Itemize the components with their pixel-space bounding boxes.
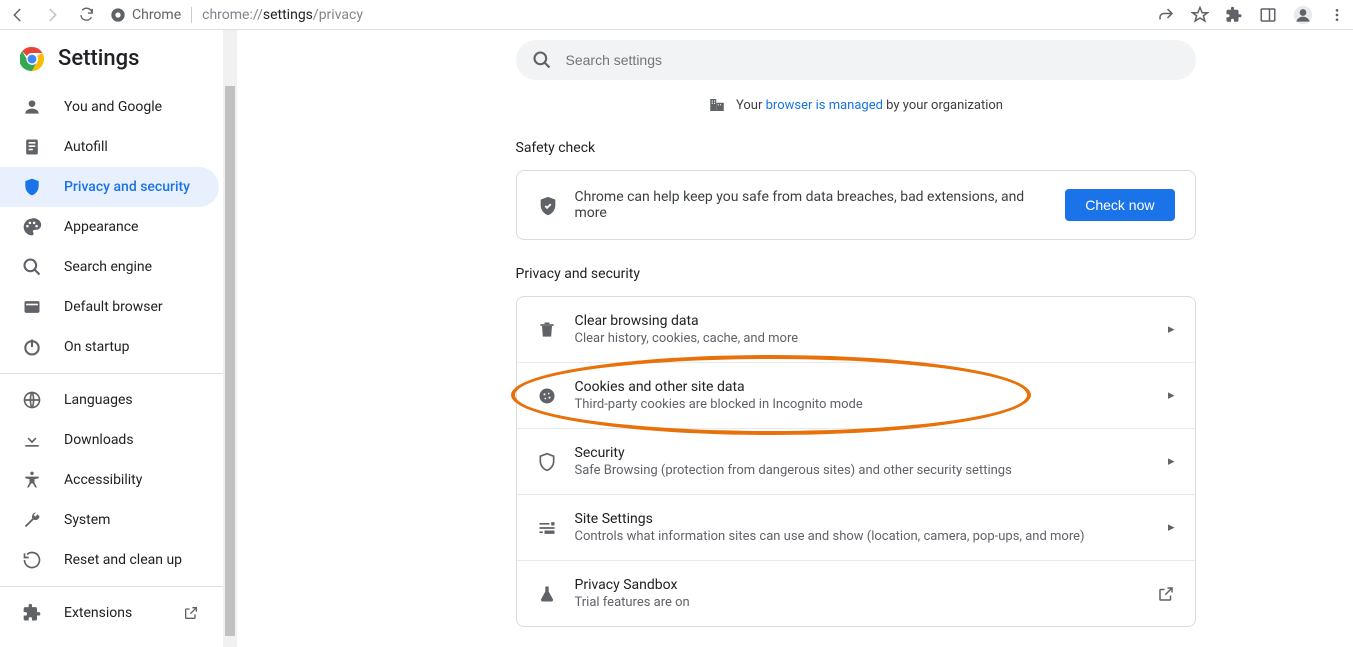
profile-icon[interactable] bbox=[1293, 5, 1313, 25]
sidebar-item-autofill[interactable]: Autofill bbox=[0, 127, 219, 167]
sidebar-item-search-engine[interactable]: Search engine bbox=[0, 247, 219, 287]
row-security[interactable]: Security Safe Browsing (protection from … bbox=[517, 428, 1195, 494]
flask-icon bbox=[537, 584, 557, 604]
sidebar-item-extensions[interactable]: Extensions bbox=[0, 593, 219, 633]
sidebar-item-reset[interactable]: Reset and clean up bbox=[0, 540, 219, 580]
row-subtitle: Controls what information sites can use … bbox=[575, 529, 1150, 544]
chevron-right-icon: ▸ bbox=[1168, 322, 1175, 337]
palette-icon bbox=[22, 217, 42, 237]
sidebar-item-appearance[interactable]: Appearance bbox=[0, 207, 219, 247]
sidebar-item-label: Extensions bbox=[64, 605, 132, 621]
reload-button[interactable] bbox=[76, 5, 96, 25]
accessibility-icon bbox=[22, 470, 42, 490]
row-clear-browsing-data[interactable]: Clear browsing data Clear history, cooki… bbox=[517, 297, 1195, 362]
row-title: Site Settings bbox=[575, 511, 1150, 527]
sidebar-item-label: Downloads bbox=[64, 432, 134, 448]
sidebar-item-default-browser[interactable]: Default browser bbox=[0, 287, 219, 327]
menu-icon[interactable] bbox=[1329, 7, 1345, 23]
section-heading: Safety check bbox=[516, 140, 1196, 156]
restore-icon bbox=[22, 550, 42, 570]
sidebar-item-label: System bbox=[64, 512, 110, 528]
main-content: Your browser is managed by your organiza… bbox=[238, 30, 1353, 647]
row-subtitle: Trial features are on bbox=[575, 595, 1139, 610]
site-label: Chrome bbox=[132, 7, 181, 23]
sidebar-item-label: Search engine bbox=[64, 259, 152, 275]
sidebar-item-label: Privacy and security bbox=[64, 179, 190, 195]
sidebar-item-you-and-google[interactable]: You and Google bbox=[0, 87, 219, 127]
puzzle-icon bbox=[22, 603, 42, 623]
search-input[interactable] bbox=[566, 52, 1180, 68]
row-title: Clear browsing data bbox=[575, 313, 1150, 329]
sidebar-item-languages[interactable]: Languages bbox=[0, 380, 219, 420]
row-subtitle: Clear history, cookies, cache, and more bbox=[575, 331, 1150, 346]
shield-outline-icon bbox=[537, 452, 557, 472]
row-cookies[interactable]: Cookies and other site data Third-party … bbox=[517, 362, 1195, 428]
sidebar-header: Settings bbox=[0, 30, 237, 81]
chevron-right-icon: ▸ bbox=[1168, 388, 1175, 403]
row-title: Security bbox=[575, 445, 1150, 461]
url-text: chrome://settings/privacy bbox=[202, 7, 363, 23]
sidebar-scrollbar[interactable] bbox=[223, 30, 237, 647]
back-button[interactable] bbox=[8, 5, 28, 25]
safety-text: Chrome can help keep you safe from data … bbox=[575, 189, 1048, 221]
sidebar-item-on-startup[interactable]: On startup bbox=[0, 327, 219, 367]
sidebar-item-label: Reset and clean up bbox=[64, 552, 182, 568]
cookie-icon bbox=[537, 386, 557, 406]
sidebar-item-label: On startup bbox=[64, 339, 130, 355]
extensions-icon[interactable] bbox=[1225, 6, 1243, 24]
bookmark-icon[interactable] bbox=[1191, 6, 1209, 24]
share-icon[interactable] bbox=[1157, 6, 1175, 24]
chevron-right-icon: ▸ bbox=[1168, 520, 1175, 535]
sidebar-item-label: Accessibility bbox=[64, 472, 142, 488]
row-subtitle: Safe Browsing (protection from dangerous… bbox=[575, 463, 1150, 478]
sidebar-item-label: Languages bbox=[64, 392, 133, 408]
check-now-button[interactable]: Check now bbox=[1065, 189, 1174, 221]
trash-icon bbox=[537, 320, 557, 340]
row-title: Privacy Sandbox bbox=[575, 577, 1139, 593]
building-icon bbox=[708, 96, 726, 114]
address-bar[interactable]: Chrome chrome://settings/privacy bbox=[110, 7, 1143, 23]
autofill-icon bbox=[22, 137, 42, 157]
browser-icon bbox=[22, 297, 42, 317]
page-title: Settings bbox=[58, 46, 139, 71]
globe-icon bbox=[22, 390, 42, 410]
browser-toolbar: Chrome chrome://settings/privacy bbox=[0, 0, 1353, 30]
managed-link[interactable]: browser is managed bbox=[766, 98, 883, 113]
chrome-logo-icon bbox=[20, 47, 44, 71]
search-icon bbox=[532, 50, 552, 70]
chrome-icon bbox=[110, 7, 126, 23]
sidebar: Settings You and Google Autofill Privacy… bbox=[0, 30, 238, 647]
shield-icon bbox=[22, 177, 42, 197]
row-subtitle: Third-party cookies are blocked in Incog… bbox=[575, 397, 1150, 412]
row-site-settings[interactable]: Site Settings Controls what information … bbox=[517, 494, 1195, 560]
search-settings[interactable] bbox=[516, 40, 1196, 80]
row-privacy-sandbox[interactable]: Privacy Sandbox Trial features are on bbox=[517, 560, 1195, 626]
shield-check-icon bbox=[537, 195, 557, 215]
sidebar-item-label: Appearance bbox=[64, 219, 138, 235]
site-info[interactable]: Chrome bbox=[110, 7, 192, 23]
sidebar-item-privacy[interactable]: Privacy and security bbox=[0, 167, 219, 207]
side-panel-icon[interactable] bbox=[1259, 6, 1277, 24]
sidebar-item-label: Autofill bbox=[64, 139, 108, 155]
safety-check-section: Safety check Chrome can help keep you sa… bbox=[516, 140, 1196, 240]
chevron-right-icon: ▸ bbox=[1168, 454, 1175, 469]
search-icon bbox=[22, 257, 42, 277]
external-link-icon bbox=[1157, 585, 1175, 603]
sidebar-item-downloads[interactable]: Downloads bbox=[0, 420, 219, 460]
forward-button[interactable] bbox=[42, 5, 62, 25]
sidebar-item-accessibility[interactable]: Accessibility bbox=[0, 460, 219, 500]
privacy-section: Privacy and security Clear browsing data… bbox=[516, 266, 1196, 627]
row-title: Cookies and other site data bbox=[575, 379, 1150, 395]
power-icon bbox=[22, 337, 42, 357]
managed-notice: Your browser is managed by your organiza… bbox=[708, 96, 1003, 114]
sidebar-item-label: You and Google bbox=[64, 99, 162, 115]
sidebar-item-system[interactable]: System bbox=[0, 500, 219, 540]
section-heading: Privacy and security bbox=[516, 266, 1196, 282]
external-link-icon bbox=[183, 605, 199, 621]
wrench-icon bbox=[22, 510, 42, 530]
sidebar-item-label: Default browser bbox=[64, 299, 163, 315]
person-icon bbox=[22, 97, 42, 117]
download-icon bbox=[22, 430, 42, 450]
tune-icon bbox=[537, 518, 557, 538]
